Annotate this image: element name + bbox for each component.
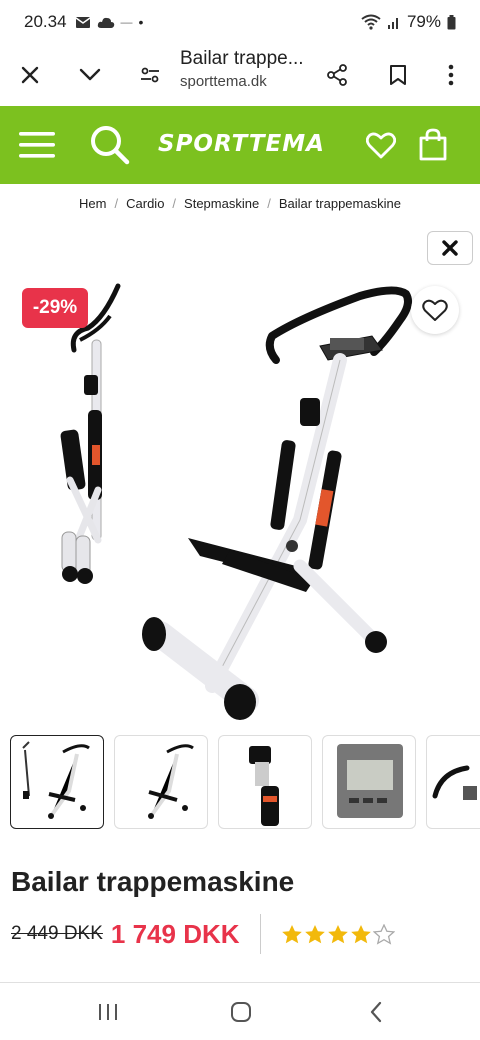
more-options-button[interactable] bbox=[433, 57, 469, 93]
home-button[interactable] bbox=[221, 997, 261, 1027]
page-url: sporttema.dk bbox=[180, 73, 267, 90]
breadcrumb-item-stepmaskine[interactable]: Stepmaskine bbox=[184, 196, 259, 211]
star-empty-icon bbox=[372, 923, 395, 945]
thumbnail-4[interactable] bbox=[322, 735, 416, 829]
status-time: 20.34 bbox=[24, 12, 67, 31]
recents-icon bbox=[99, 1004, 117, 1020]
collapse-button[interactable] bbox=[72, 57, 108, 93]
thumbnail-image bbox=[432, 765, 477, 800]
price-divider bbox=[259, 914, 261, 954]
breadcrumb-separator: / bbox=[267, 196, 271, 211]
bookmark-button[interactable] bbox=[380, 57, 416, 93]
menu-icon bbox=[19, 132, 55, 158]
cloud-icon bbox=[97, 17, 114, 28]
add-to-wishlist-button[interactable] bbox=[411, 286, 459, 334]
heart-icon bbox=[422, 299, 448, 321]
site-logo[interactable]: SPORTTEMA bbox=[158, 131, 325, 157]
stepper-main-image bbox=[142, 286, 412, 720]
share-button[interactable] bbox=[319, 57, 355, 93]
price-row: 2 449 DKK 1 749 DKK bbox=[11, 912, 471, 956]
thumbnail-strip bbox=[10, 735, 480, 829]
heart-icon bbox=[366, 132, 396, 158]
status-dash: — bbox=[120, 15, 133, 29]
recents-button[interactable] bbox=[88, 997, 128, 1027]
back-button[interactable] bbox=[356, 997, 396, 1027]
thumbnail-3[interactable] bbox=[218, 735, 312, 829]
battery-icon bbox=[447, 14, 456, 29]
thumbnail-5[interactable] bbox=[426, 735, 480, 829]
breadcrumb-item-home[interactable]: Hem bbox=[79, 196, 106, 211]
close-tab-button[interactable] bbox=[12, 57, 48, 93]
star-filled-icon bbox=[327, 924, 348, 943]
wifi-icon bbox=[361, 14, 381, 30]
page-title-block[interactable]: Bailar trappe... sporttema.dk bbox=[180, 48, 312, 90]
close-icon bbox=[442, 240, 458, 256]
old-price: 2 449 DKK bbox=[11, 923, 103, 944]
star-filled-icon bbox=[350, 924, 371, 943]
product-title: Bailar trappemaskine bbox=[11, 866, 295, 897]
back-icon bbox=[370, 1001, 382, 1023]
breadcrumb-separator: / bbox=[114, 196, 119, 211]
breadcrumb-item-current: Bailar trappemaskine bbox=[278, 196, 401, 211]
search-icon bbox=[91, 126, 130, 165]
status-dot: • bbox=[138, 14, 144, 30]
system-nav-bar bbox=[0, 982, 480, 1040]
menu-button[interactable] bbox=[16, 124, 58, 166]
bookmark-icon bbox=[390, 65, 406, 85]
thumbnail-image bbox=[148, 744, 194, 819]
page-title: Bailar trappe... bbox=[180, 48, 304, 69]
site-header: SPORTTEMA bbox=[0, 106, 480, 184]
close-icon bbox=[21, 66, 39, 84]
breadcrumb: Hem / Cardio / Stepmaskine / Bailar trappemask… bbox=[0, 196, 480, 211]
more-icon bbox=[448, 64, 454, 86]
discount-badge: -29% bbox=[22, 288, 88, 328]
home-icon bbox=[231, 1002, 251, 1022]
tune-icon bbox=[141, 67, 159, 83]
rating-stars[interactable] bbox=[281, 923, 395, 945]
signal-icon bbox=[387, 17, 398, 29]
mail-icon bbox=[75, 16, 90, 28]
sale-price: 1 749 DKK bbox=[110, 918, 240, 949]
thumbnail-image bbox=[249, 746, 279, 826]
thumbnail-2[interactable] bbox=[114, 735, 208, 829]
status-bar: 20.34 — • 79% bbox=[0, 0, 480, 44]
search-button[interactable] bbox=[87, 122, 133, 168]
share-icon bbox=[327, 64, 347, 86]
star-filled-icon bbox=[281, 924, 302, 943]
wishlist-button[interactable] bbox=[364, 129, 398, 161]
star-filled-icon bbox=[304, 924, 325, 943]
breadcrumb-item-cardio[interactable]: Cardio bbox=[126, 196, 164, 211]
folded-stepper-image bbox=[60, 283, 121, 584]
bag-icon bbox=[419, 128, 447, 160]
thumbnail-image bbox=[337, 744, 403, 818]
browser-toolbar: Bailar trappe... sporttema.dk bbox=[0, 44, 480, 106]
thumbnail-1[interactable] bbox=[10, 735, 104, 829]
breadcrumb-separator: / bbox=[172, 196, 177, 211]
thumbnail-image bbox=[22, 741, 90, 819]
battery-label: 79% bbox=[406, 12, 441, 31]
cart-button[interactable] bbox=[418, 126, 448, 162]
site-settings-button[interactable] bbox=[132, 57, 168, 93]
close-gallery-button[interactable] bbox=[427, 231, 473, 265]
chevron-down-icon bbox=[79, 68, 101, 81]
